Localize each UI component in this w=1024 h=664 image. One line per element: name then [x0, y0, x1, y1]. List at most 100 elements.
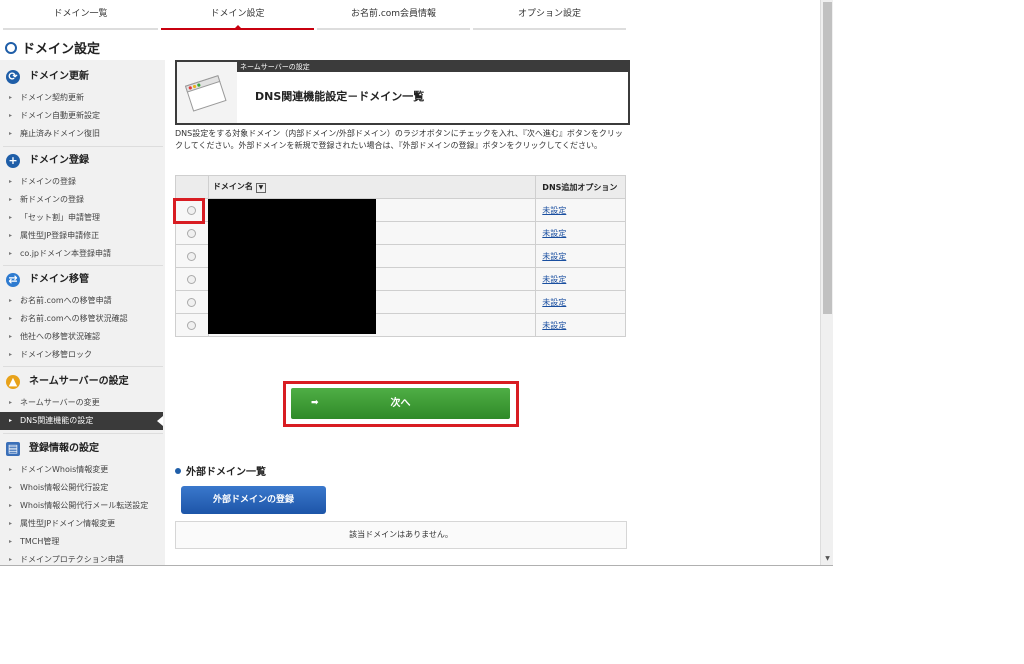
scrollbar-thumb[interactable]: [823, 2, 832, 314]
radio-cell: [175, 313, 209, 337]
dns-option-cell: 未設定: [535, 267, 626, 291]
tab-label: オプション設定: [517, 9, 581, 19]
dns-option-link[interactable]: 未設定: [536, 275, 566, 284]
bullet-dot-icon: [175, 468, 181, 474]
sidebar-divider: [3, 146, 163, 147]
transfer-icon: ⇄: [6, 273, 20, 287]
sidebar-group-title: + ドメイン登録: [3, 149, 163, 173]
top-navigation: ドメイン一覧 ドメイン設定 お名前.com会員情報 オプション設定: [0, 0, 820, 30]
header-domain-name-text: ドメイン名: [212, 182, 253, 191]
sidebar-item-jp-correction[interactable]: 属性型JP登録申請修正: [3, 227, 163, 245]
plus-circle-icon: +: [6, 154, 20, 168]
tab-label: お名前.com会員情報: [350, 9, 437, 19]
vertical-scrollbar[interactable]: ▼: [820, 0, 833, 566]
header-domain-name[interactable]: ドメイン名 ▼: [207, 175, 537, 199]
sidebar-item-whois-mail-forward[interactable]: Whois情報公開代行メール転送設定: [3, 497, 163, 515]
sidebar-group-transfer: ⇄ ドメイン移管 お名前.comへの移管申請 お名前.comへの移管状況確認 他社…: [3, 268, 163, 364]
next-button[interactable]: ➡ 次へ: [291, 388, 510, 419]
tab-member-info[interactable]: お名前.com会員情報: [317, 0, 470, 30]
tab-domain-settings[interactable]: ドメイン設定: [161, 0, 314, 30]
nameserver-icon: ▲: [6, 375, 20, 389]
group-title-text: ネームサーバーの設定: [29, 376, 129, 387]
dns-option-cell: 未設定: [535, 221, 626, 245]
sidebar-item-cojp-register[interactable]: co.jpドメイン本登録申請: [3, 245, 163, 263]
section-band-label: ネームサーバーの設定: [237, 62, 628, 72]
sort-dropdown-icon[interactable]: ▼: [255, 183, 266, 193]
sidebar-item-dns-settings[interactable]: DNS関連機能の設定: [0, 412, 163, 430]
dns-option-link[interactable]: 未設定: [536, 206, 566, 215]
sidebar-group-title: ⇄ ドメイン移管: [3, 268, 163, 292]
viewport-bottom-border: [0, 565, 833, 566]
tab-option-settings[interactable]: オプション設定: [473, 0, 626, 30]
dns-option-cell: 未設定: [535, 244, 626, 268]
domain-radio[interactable]: [187, 320, 197, 330]
section-title: DNS関連機能設定－ドメイン一覧: [255, 90, 425, 103]
empty-message: 該当ドメインはありません。: [175, 521, 627, 549]
sidebar-item-jp-info-change[interactable]: 属性型JPドメイン情報変更: [3, 515, 163, 533]
section-header-card: ネームサーバーの設定 DNS関連機能設定－ドメイン一覧: [175, 60, 630, 125]
sidebar-item-new-domain[interactable]: 新ドメインの登録: [3, 191, 163, 209]
domain-radio[interactable]: [187, 251, 197, 261]
register-external-domain-button[interactable]: 外部ドメインの登録: [181, 486, 326, 514]
dns-option-link[interactable]: 未設定: [536, 252, 566, 261]
sidebar-item-transfer-lock[interactable]: ドメイン移管ロック: [3, 346, 163, 364]
tab-label: ドメイン設定: [210, 9, 265, 19]
external-domain-title: 外部ドメイン一覧: [186, 467, 266, 478]
sidebar-item-whois-change[interactable]: ドメインWhois情報変更: [3, 461, 163, 479]
domain-radio[interactable]: [187, 274, 197, 284]
header-dns-option: DNS追加オプション: [535, 175, 626, 199]
refresh-icon: ⟳: [6, 70, 20, 84]
sidebar-item-auto-renewal[interactable]: ドメイン自動更新設定: [3, 107, 163, 125]
sidebar-item-whois-proxy[interactable]: Whois情報公開代行設定: [3, 479, 163, 497]
group-title-text: ドメイン登録: [29, 155, 89, 166]
scroll-down-arrow-icon[interactable]: ▼: [821, 555, 833, 562]
sidebar-item-protection[interactable]: ドメインプロテクション申請: [3, 551, 163, 566]
header-radio-col: [175, 175, 209, 199]
dns-option-link[interactable]: 未設定: [536, 229, 566, 238]
sidebar-item-set-discount[interactable]: 「セット割」申請管理: [3, 209, 163, 227]
tab-label: ドメイン一覧: [53, 9, 108, 19]
sidebar-divider: [3, 433, 163, 434]
group-title-text: ドメイン移管: [29, 274, 89, 285]
arrow-right-icon: ➡: [311, 398, 319, 408]
domain-radio[interactable]: [187, 228, 197, 238]
sidebar-item-nameserver-change[interactable]: ネームサーバーの変更: [3, 394, 163, 412]
sidebar-group-renewal: ⟳ ドメイン更新 ドメイン契約更新 ドメイン自動更新設定 廃止済みドメイン復旧: [3, 65, 163, 143]
external-domain-heading: 外部ドメイン一覧: [175, 463, 266, 478]
sidebar-item-outbound-status[interactable]: 他社への移管状況確認: [3, 328, 163, 346]
table-header-row: ドメイン名 ▼ DNS追加オプション: [175, 175, 626, 199]
dns-option-link[interactable]: 未設定: [536, 321, 566, 330]
highlight-first-radio: [173, 198, 205, 224]
sidebar-divider: [3, 265, 163, 266]
radio-cell: [175, 244, 209, 268]
dns-option-cell: 未設定: [535, 290, 626, 314]
sidebar-item-transfer-status[interactable]: お名前.comへの移管状況確認: [3, 310, 163, 328]
domain-radio[interactable]: [187, 297, 197, 307]
page-title-text: ドメイン設定: [22, 42, 101, 57]
sidebar-group-title: ▲ ネームサーバーの設定: [3, 370, 163, 394]
sidebar-item-tmch[interactable]: TMCH管理: [3, 533, 163, 551]
radio-cell: [175, 221, 209, 245]
browser-viewport: ドメイン一覧 ドメイン設定 お名前.com会員情報 オプション設定 ドメイン設定…: [0, 0, 833, 566]
book-icon: ▤: [6, 442, 20, 456]
sidebar-item-contract-renewal[interactable]: ドメイン契約更新: [3, 89, 163, 107]
radio-cell: [175, 290, 209, 314]
circle-bullet-icon: [5, 42, 17, 54]
tab-domain-list[interactable]: ドメイン一覧: [3, 0, 158, 30]
sidebar-group-nameserver: ▲ ネームサーバーの設定 ネームサーバーの変更 DNS関連機能の設定: [0, 370, 163, 430]
sidebar-item-transfer-request[interactable]: お名前.comへの移管申請: [3, 292, 163, 310]
next-button-label: 次へ: [390, 398, 411, 409]
page-title: ドメイン設定: [5, 38, 100, 57]
dns-option-link[interactable]: 未設定: [536, 298, 566, 307]
header-dns-option-text: DNS追加オプション: [542, 182, 618, 192]
active-tab-pointer: [232, 25, 243, 30]
group-title-text: 登録情報の設定: [29, 443, 99, 454]
dns-option-cell: 未設定: [535, 198, 626, 222]
dns-option-cell: 未設定: [535, 313, 626, 337]
radio-cell: [175, 267, 209, 291]
sidebar-item-restore[interactable]: 廃止済みドメイン復旧: [3, 125, 163, 143]
sidebar-group-register: + ドメイン登録 ドメインの登録 新ドメインの登録 「セット割」申請管理 属性型J…: [3, 149, 163, 263]
sidebar-item-domain-register[interactable]: ドメインの登録: [3, 173, 163, 191]
sidebar-group-title: ▤ 登録情報の設定: [3, 437, 163, 461]
redacted-domain-names: [208, 199, 376, 334]
